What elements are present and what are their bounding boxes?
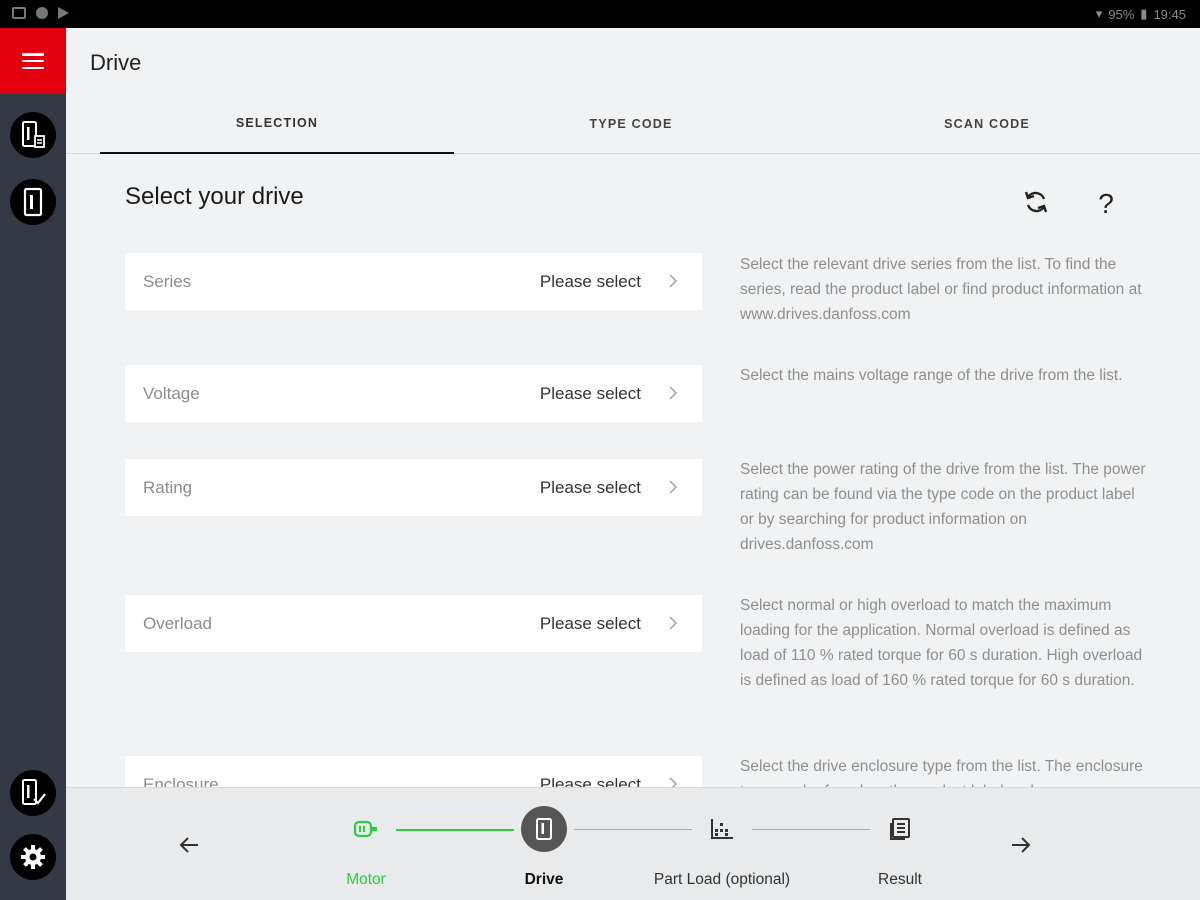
series-field[interactable]: Series Please select bbox=[125, 253, 702, 310]
chevron-right-icon bbox=[669, 616, 678, 630]
arrow-left-icon bbox=[179, 837, 198, 853]
refresh-icon bbox=[1024, 191, 1048, 213]
series-label: Series bbox=[143, 272, 192, 291]
step-drive-button[interactable] bbox=[521, 806, 567, 852]
tab-type-code[interactable]: TYPE CODE bbox=[454, 94, 808, 154]
chart-icon bbox=[711, 819, 733, 839]
enclosure-help-text: Select the drive enclosure type from the… bbox=[740, 758, 1143, 787]
step-motor-label[interactable]: Motor bbox=[346, 871, 386, 889]
step-connector bbox=[752, 829, 870, 830]
page-title: Drive bbox=[90, 50, 142, 75]
gear-icon bbox=[21, 845, 45, 869]
drive-list-icon bbox=[22, 121, 45, 148]
step-part-load-label[interactable]: Part Load (optional) bbox=[654, 871, 790, 889]
notification-dot-icon bbox=[36, 7, 48, 19]
step-result-button[interactable] bbox=[877, 806, 923, 852]
voltage-value: Please select bbox=[539, 384, 641, 403]
battery-icon: ▮ bbox=[1140, 6, 1148, 21]
enclosure-field[interactable]: Enclosure Please select bbox=[125, 756, 702, 787]
step-part-load-button[interactable] bbox=[699, 806, 745, 852]
voltage-help-text: Select the mains voltage range of the dr… bbox=[740, 367, 1123, 384]
settings-button[interactable] bbox=[10, 834, 56, 880]
tab-selection[interactable]: SELECTION bbox=[100, 94, 454, 154]
wizard-stepper: Motor Drive Part Load (optional) Result bbox=[66, 787, 1200, 900]
next-button[interactable] bbox=[1006, 830, 1036, 860]
rating-field[interactable]: Rating Please select bbox=[125, 459, 702, 516]
chevron-right-icon bbox=[669, 480, 678, 494]
wifi-icon: ▾ bbox=[1095, 6, 1103, 21]
step-drive-label[interactable]: Drive bbox=[525, 871, 564, 889]
step-connector bbox=[574, 829, 692, 830]
motor-icon bbox=[353, 820, 377, 838]
enclosure-value: Please select bbox=[539, 775, 641, 787]
series-value: Please select bbox=[539, 272, 641, 291]
rating-value: Please select bbox=[539, 478, 641, 497]
overload-help-text: Select normal or high overload to match … bbox=[740, 597, 1143, 689]
selection-panel: Select your drive ? Series Please select… bbox=[66, 155, 1200, 787]
battery-level: 95% bbox=[1108, 6, 1135, 22]
voltage-label: Voltage bbox=[143, 384, 200, 403]
tab-scan-code[interactable]: SCAN CODE bbox=[808, 94, 1166, 154]
overload-label: Overload bbox=[143, 614, 212, 633]
rating-help-text: Select the power rating of the drive fro… bbox=[740, 461, 1146, 553]
status-bar: ▾ 95% ▮ 19:45 bbox=[0, 0, 1200, 28]
series-help-text: Select the relevant drive series from th… bbox=[740, 256, 1142, 323]
step-motor-button[interactable] bbox=[343, 806, 389, 852]
drive-icon bbox=[23, 187, 43, 217]
drive-check-icon bbox=[22, 779, 46, 805]
result-icon bbox=[890, 818, 910, 840]
reset-button[interactable] bbox=[1016, 182, 1056, 222]
voltage-field[interactable]: Voltage Please select bbox=[125, 365, 702, 422]
hamburger-icon bbox=[22, 53, 44, 69]
clock: 19:45 bbox=[1153, 6, 1186, 22]
app-header: Drive bbox=[66, 28, 1200, 94]
play-icon bbox=[58, 7, 69, 19]
chevron-right-icon bbox=[669, 777, 678, 787]
back-button[interactable] bbox=[174, 830, 204, 860]
drive-icon bbox=[536, 818, 552, 840]
chevron-right-icon bbox=[669, 386, 678, 400]
menu-button[interactable] bbox=[0, 28, 66, 94]
enclosure-label: Enclosure bbox=[143, 775, 219, 787]
overload-value: Please select bbox=[539, 614, 641, 633]
drive-list-button[interactable] bbox=[10, 112, 56, 158]
rating-label: Rating bbox=[143, 478, 193, 497]
section-title: Select your drive bbox=[125, 183, 304, 210]
step-connector bbox=[396, 829, 514, 831]
tab-bar: SELECTION TYPE CODE SCAN CODE bbox=[66, 94, 1200, 154]
gallery-icon bbox=[12, 7, 26, 19]
overload-field[interactable]: Overload Please select bbox=[125, 595, 702, 652]
arrow-right-icon bbox=[1012, 837, 1031, 853]
chevron-right-icon bbox=[669, 274, 678, 288]
drive-check-button[interactable] bbox=[10, 770, 56, 816]
question-icon[interactable]: ? bbox=[1086, 184, 1126, 224]
side-rail bbox=[0, 28, 66, 900]
step-result-label[interactable]: Result bbox=[878, 871, 922, 889]
drive-button[interactable] bbox=[10, 179, 56, 225]
